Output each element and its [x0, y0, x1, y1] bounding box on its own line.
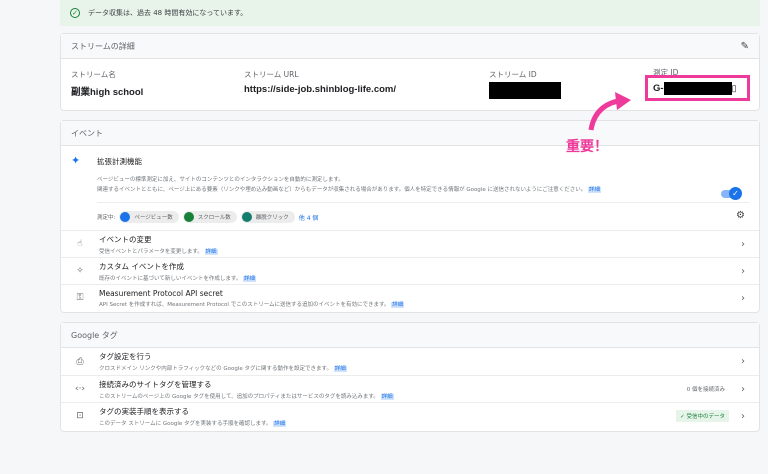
gear-icon[interactable]: ⚙	[736, 210, 745, 221]
chevron-right-icon: ›	[741, 238, 745, 250]
list-item[interactable]: ✧ カスタム イベントを作成 既存のイベントに基づいて新しいイベントを作成します。 …	[61, 257, 759, 284]
card-title: ストリームの詳細	[71, 41, 135, 51]
card-title: イベント	[71, 128, 103, 138]
events-card: イベント ✦ 拡張計測機能 ページビューの標準測定に加え、サイトのコンテンツとの…	[60, 120, 760, 313]
measuring-label: 測定中:	[97, 215, 116, 221]
details-link[interactable]: 詳細	[391, 301, 405, 308]
chip-outbound-clicks: 離脱クリック	[240, 211, 295, 223]
eye-icon	[120, 212, 131, 222]
stream-name: 副業high school	[71, 87, 144, 98]
chevron-right-icon: ›	[741, 265, 745, 277]
tag-settings-icon: ⎙	[76, 356, 84, 367]
sparkle-click-icon: ✧	[76, 266, 84, 276]
chevron-right-icon: ›	[741, 383, 745, 395]
details-link[interactable]: 詳細	[273, 420, 287, 427]
enhanced-desc: ページビューの標準測定に加え、サイトのコンテンツとのインタラクションを自動的に測…	[97, 177, 344, 183]
scroll-icon	[183, 212, 194, 222]
list-item[interactable]: ⊡ タグの実装手順を表示する このデータ ストリームに Google タグを実装する…	[61, 402, 759, 429]
install-icon: ⊡	[76, 411, 84, 421]
chevron-right-icon: ›	[741, 292, 745, 304]
touch-icon: ☝	[77, 239, 83, 249]
list-item[interactable]: ☝ イベントの変更 受信イベントとパラメータを変更します。 詳細 ›	[61, 230, 759, 257]
chevron-right-icon: ›	[741, 410, 745, 422]
receiving-data-badge: ✓ 受信中のデータ	[676, 410, 729, 422]
connected-count: 0 個を接続済み	[686, 387, 725, 393]
enhanced-measurement-toggle[interactable]	[721, 187, 742, 200]
google-tag-card: Google タグ ⎙ タグ設定を行う クロスドメイン リンクや内部トラフィックなど…	[60, 322, 760, 432]
status-banner: ✓ データ収集は、過去 48 時間有効になっています。	[60, 0, 760, 26]
chip-scrolls: スクロール数	[182, 211, 237, 223]
card-title: Google タグ	[71, 330, 118, 340]
check-circle-icon: ✓	[70, 8, 80, 18]
sparkle-icon: ✦	[71, 154, 81, 167]
stream-id-redacted	[489, 82, 561, 99]
chip-page-views: ページビュー数	[119, 211, 179, 223]
stream-id-label: ストリーム ID	[489, 70, 537, 79]
list-item[interactable]: ⚿ Measurement Protocol API secret API Secr…	[61, 284, 759, 311]
list-item[interactable]: ‹·› 接続済みのサイトタグを管理する このストリームのページ上の Google タ…	[61, 375, 759, 402]
details-link[interactable]: 詳細	[333, 366, 347, 372]
stream-url-label: ストリーム URL	[244, 70, 299, 79]
annotation-arrow	[588, 92, 631, 131]
details-link[interactable]: 詳細	[243, 275, 257, 282]
stream-name-label: ストリーム名	[71, 70, 116, 79]
mouse-icon	[241, 212, 252, 222]
enhanced-measurement-title: 拡張計測機能	[97, 157, 142, 166]
list-item[interactable]: ⎙ タグ設定を行う クロスドメイン リンクや内部トラフィックなどの Google タ…	[61, 348, 759, 375]
more-link[interactable]: 他 4 個	[299, 213, 319, 222]
details-link[interactable]: 詳細	[380, 393, 394, 400]
details-link[interactable]: 詳細	[204, 248, 218, 255]
highlight-box	[645, 75, 750, 101]
chevron-right-icon: ›	[741, 356, 745, 367]
key-icon: ⚿	[76, 293, 84, 303]
edit-icon[interactable]: ✎	[741, 41, 749, 52]
enhanced-desc: 関連するイベントとともに、ページ上にある要素（リンクや埋め込み動画など）からもデ…	[97, 187, 587, 193]
details-link[interactable]: 詳細	[588, 187, 602, 193]
stream-url[interactable]: https://side-job.shinblog-life.com/	[244, 84, 396, 95]
code-icon: ‹·›	[74, 384, 86, 394]
annotation-label: 重要！	[566, 139, 608, 155]
